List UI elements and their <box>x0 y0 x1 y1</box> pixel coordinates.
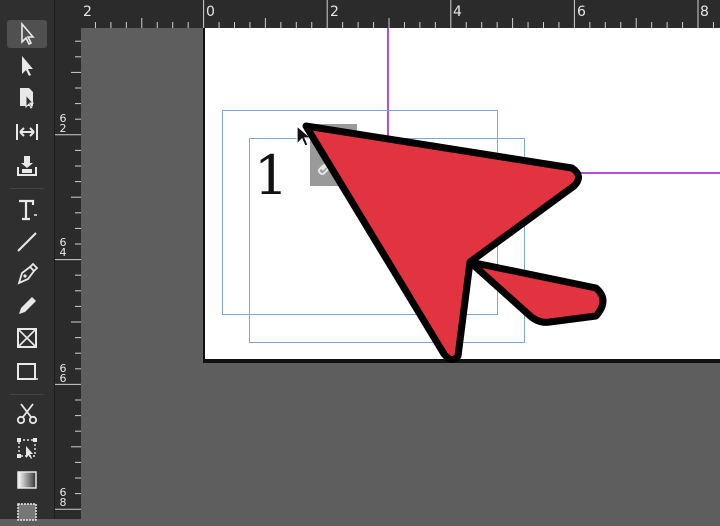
h-ruler-label: 0 <box>206 4 215 20</box>
selection-arrow-icon <box>21 21 35 46</box>
vertical-ruler-ticks <box>55 9 81 510</box>
scissors-tool[interactable] <box>7 400 47 428</box>
link-icon <box>317 154 342 176</box>
vertical-ruler[interactable]: 6 2 6 4 6 6 6 8 <box>55 0 81 519</box>
rectangle-tool[interactable] <box>7 358 47 386</box>
type-tool[interactable] <box>7 196 47 224</box>
direct-selection-icon <box>22 56 33 76</box>
content-collector-icon <box>17 156 37 176</box>
rectangle-frame-tool[interactable] <box>7 324 47 352</box>
h-ruler-label: 2 <box>330 4 339 20</box>
gradient-swatch-tool[interactable] <box>7 466 47 494</box>
horizontal-ruler[interactable]: 2 0 2 4 6 8 <box>55 0 720 28</box>
ruler-origin[interactable] <box>55 0 81 28</box>
gradient-feather-tool[interactable] <box>7 498 47 526</box>
scissors-icon <box>16 403 38 425</box>
text-frame-duplicate[interactable] <box>249 138 525 343</box>
rectangle-icon <box>17 363 38 380</box>
line-icon <box>17 232 37 252</box>
rectangle-frame-icon <box>17 328 37 348</box>
page-icon <box>20 88 35 109</box>
v-ruler-label: 6 2 <box>59 112 67 135</box>
tools-panel <box>0 0 55 521</box>
mouse-pointer-icon <box>296 124 313 147</box>
h-ruler-label: 8 <box>700 4 709 20</box>
gap-tool[interactable] <box>7 118 47 146</box>
v-ruler-label: 6 6 <box>59 362 67 385</box>
horizontal-guide[interactable] <box>575 172 720 174</box>
line-tool[interactable] <box>7 228 47 256</box>
h-ruler-label: 4 <box>453 4 462 20</box>
gradient-feather-icon <box>17 503 37 521</box>
gap-icon <box>16 124 38 140</box>
h-ruler-label: 2 <box>83 4 92 20</box>
v-ruler-label: 6 8 <box>59 486 67 509</box>
horizontal-ruler-ticks <box>79 0 714 28</box>
pencil-tool[interactable] <box>7 292 47 320</box>
pen-tool[interactable] <box>7 260 47 288</box>
content-collector-tool[interactable] <box>7 152 47 180</box>
page-number-marker[interactable]: 1 <box>254 146 288 206</box>
h-ruler-label: 6 <box>577 4 586 20</box>
place-cursor-preview <box>310 124 357 186</box>
page-tool[interactable] <box>7 84 47 112</box>
pencil-icon <box>19 297 36 314</box>
free-transform-icon <box>17 438 37 459</box>
v-ruler-label: 6 4 <box>59 236 67 259</box>
pen-icon <box>17 262 39 285</box>
type-icon <box>19 199 37 221</box>
gradient-icon <box>17 471 37 489</box>
free-transform-tool[interactable] <box>7 434 47 462</box>
direct-selection-tool[interactable] <box>7 52 47 80</box>
selection-tool[interactable] <box>7 20 47 48</box>
